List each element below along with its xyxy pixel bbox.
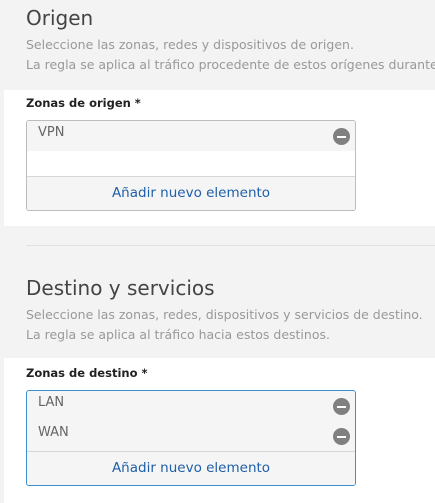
minus-circle-icon[interactable] bbox=[333, 128, 350, 145]
list-item-label: WAN bbox=[38, 425, 69, 440]
page: { "origin": { "title": "Origen", "desc1"… bbox=[0, 0, 435, 503]
destination-description-line2: La regla se aplica al tráfico hacia esto… bbox=[26, 327, 330, 342]
list-item: VPN bbox=[27, 121, 355, 151]
minus-circle-icon[interactable] bbox=[333, 398, 350, 415]
destination-zones-label: Zonas de destino * bbox=[26, 366, 148, 380]
origin-header: Origen Seleccione las zonas, redes y dis… bbox=[0, 0, 435, 92]
origin-zones-label: Zonas de origen * bbox=[26, 96, 141, 110]
origin-zones-list: VPN Añadir nuevo elemento bbox=[26, 120, 356, 211]
destination-title: Destino y servicios bbox=[26, 276, 215, 300]
list-item: LAN bbox=[27, 391, 355, 421]
destination-description-line1: Seleccione las zonas, redes, dispositivo… bbox=[26, 307, 423, 322]
section-divider bbox=[26, 245, 435, 246]
origin-description-line2: La regla se aplica al tráfico procedente… bbox=[26, 57, 435, 72]
add-destination-item-button[interactable]: Añadir nuevo elemento bbox=[27, 451, 355, 485]
list-item: WAN bbox=[27, 421, 355, 451]
empty-row bbox=[27, 151, 355, 177]
list-item-label: VPN bbox=[38, 125, 65, 140]
minus-circle-icon[interactable] bbox=[333, 428, 350, 445]
destination-zones-list: LAN WAN Añadir nuevo elemento bbox=[26, 390, 356, 486]
origin-title: Origen bbox=[26, 6, 94, 30]
list-item-label: LAN bbox=[38, 395, 65, 410]
origin-description-line1: Seleccione las zonas, redes y dispositiv… bbox=[26, 37, 354, 52]
add-origin-item-button[interactable]: Añadir nuevo elemento bbox=[27, 176, 355, 210]
